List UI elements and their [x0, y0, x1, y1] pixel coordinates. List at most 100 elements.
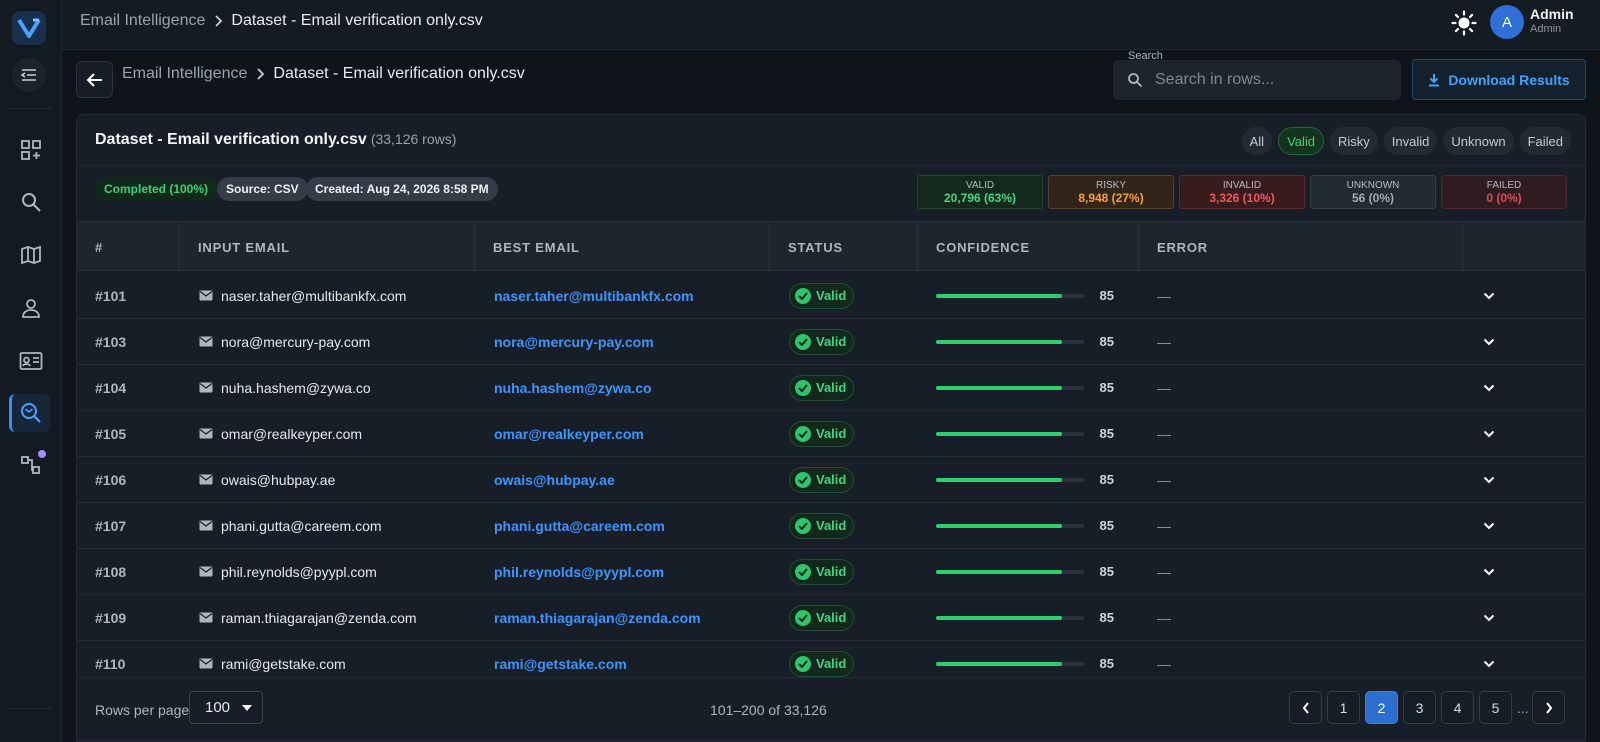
row-number: #105 [95, 425, 127, 442]
nav-workflow[interactable] [12, 446, 50, 484]
breadcrumb-root[interactable]: Email Intelligence [80, 12, 205, 30]
best-email-link[interactable]: raman.thiagarajan@zenda.com [494, 594, 701, 641]
chevron-down-icon [1483, 614, 1495, 621]
status-cell: Valid [789, 410, 855, 457]
table-row[interactable]: #107 phani.gutta@careem.com phani.gutta@ca… [77, 502, 1585, 549]
confidence-cell: 85 [936, 364, 1114, 411]
table-row[interactable]: #103 nora@mercury-pay.com nora@mercury-pay… [77, 318, 1585, 365]
nav-map[interactable] [12, 236, 50, 274]
confidence-cell: 85 [936, 272, 1114, 319]
status-cell: Valid [789, 502, 855, 549]
expand-row-button[interactable] [1483, 318, 1495, 365]
back-button[interactable] [76, 61, 113, 98]
error-value: — [1157, 379, 1171, 396]
user-role: Admin [1530, 23, 1562, 35]
column-divider [179, 222, 180, 272]
confidence-value: 85 [1099, 656, 1114, 671]
filter-all[interactable]: All [1241, 127, 1273, 155]
expand-row-button[interactable] [1483, 456, 1495, 503]
nav-dashboard[interactable] [12, 131, 50, 169]
status-label: Valid [816, 656, 847, 671]
page-1-button[interactable]: 1 [1327, 691, 1360, 724]
col-best-email[interactable]: BEST EMAIL [493, 222, 580, 272]
nav-contacts[interactable] [12, 342, 50, 380]
row-number: #103 [95, 333, 127, 350]
column-divider [1138, 222, 1139, 272]
confidence-bar-fill [936, 569, 1062, 574]
best-email-link[interactable]: phil.reynolds@pyypl.com [494, 548, 664, 595]
page-2-button[interactable]: 2 [1365, 691, 1398, 724]
best-email-link[interactable]: omar@realkeyper.com [494, 410, 644, 457]
results-panel: Dataset - Email verification only.csv (33… [76, 114, 1586, 742]
table-row[interactable]: #101 naser.taher@multibankfx.com naser.tah… [77, 272, 1585, 319]
best-email-link[interactable]: nora@mercury-pay.com [494, 318, 654, 365]
nav-search[interactable] [12, 183, 50, 221]
best-email-link[interactable]: phani.gutta@careem.com [494, 502, 665, 549]
table-row[interactable]: #104 nuha.hashem@zywa.co nuha.hashem@zywa.… [77, 364, 1585, 411]
status-label: Valid [816, 472, 847, 487]
best-email-link[interactable]: nuha.hashem@zywa.co [494, 364, 652, 411]
row-number: #106 [95, 471, 127, 488]
user-name: Admin [1530, 6, 1574, 22]
col-number[interactable]: # [95, 222, 103, 272]
stat-risky-value: 8,948 (27%) [1078, 191, 1144, 205]
col-status[interactable]: STATUS [788, 222, 843, 272]
table-row[interactable]: #108 phil.reynolds@pyypl.com phil.reynolds… [77, 548, 1585, 595]
avatar[interactable]: A [1490, 5, 1524, 39]
table-row[interactable]: #106 owais@hubpay.ae owais@hubpay.ae Valid 8… [77, 456, 1585, 503]
page-4-button[interactable]: 4 [1441, 691, 1474, 724]
confidence-bar [936, 385, 1084, 390]
expand-row-button[interactable] [1483, 548, 1495, 595]
expand-row-button[interactable] [1483, 364, 1495, 411]
chevron-right-icon [1545, 701, 1552, 714]
expand-row-button[interactable] [1483, 502, 1495, 549]
col-error[interactable]: ERROR [1157, 222, 1208, 272]
expand-row-button[interactable] [1483, 410, 1495, 457]
download-results-button[interactable]: Download Results [1412, 59, 1586, 100]
nav-users[interactable] [12, 289, 50, 327]
panel-divider [77, 165, 1585, 166]
filter-failed[interactable]: Failed [1519, 127, 1571, 155]
status-label: Valid [816, 518, 847, 533]
collapse-sidebar-button[interactable] [12, 58, 46, 92]
theme-toggle-button[interactable] [1450, 9, 1478, 37]
prev-page-button[interactable] [1289, 691, 1322, 724]
filter-unknown[interactable]: Unknown [1443, 127, 1514, 155]
rows-per-page-value: 100 [205, 699, 231, 716]
rows-per-page-select[interactable]: 100 [189, 691, 263, 724]
col-confidence[interactable]: CONFIDENCE [936, 222, 1030, 272]
nav-email-intelligence[interactable] [9, 394, 50, 432]
column-divider [917, 222, 918, 272]
page-5-button[interactable]: 5 [1479, 691, 1512, 724]
confidence-cell: 85 [936, 456, 1114, 503]
sub-breadcrumb: Email Intelligence Dataset - Email verif… [122, 65, 525, 83]
expand-row-button[interactable] [1483, 594, 1495, 641]
best-email-link[interactable]: owais@hubpay.ae [494, 456, 615, 503]
stat-risky: RISKY 8,948 (27%) [1048, 175, 1174, 209]
table-row[interactable]: #105 omar@realkeyper.com omar@realkeyper.c… [77, 410, 1585, 457]
check-circle-icon [795, 563, 811, 580]
confidence-cell: 85 [936, 594, 1114, 641]
page-3-button[interactable]: 3 [1403, 691, 1436, 724]
search-input[interactable] [1155, 71, 1385, 89]
menu-collapse-icon [21, 69, 36, 81]
chevron-down-icon [1483, 568, 1495, 575]
envelope-icon [199, 290, 213, 301]
input-email: naser.taher@multibankfx.com [221, 287, 407, 304]
filter-invalid[interactable]: Invalid [1383, 127, 1438, 155]
input-email: phani.gutta@careem.com [221, 517, 382, 534]
expand-row-button[interactable] [1483, 272, 1495, 319]
search-field[interactable] [1113, 60, 1401, 100]
table-row[interactable]: #109 raman.thiagarajan@zenda.com raman.thi… [77, 594, 1585, 641]
logo-v-icon[interactable] [12, 11, 46, 45]
filter-valid[interactable]: Valid [1278, 127, 1325, 155]
best-email-link[interactable]: naser.taher@multibankfx.com [494, 272, 694, 319]
sub-breadcrumb-root[interactable]: Email Intelligence [122, 65, 247, 83]
input-email-cell: phil.reynolds@pyypl.com [199, 548, 377, 595]
next-page-button[interactable] [1532, 691, 1565, 724]
filter-risky[interactable]: Risky [1330, 127, 1378, 155]
col-input-email[interactable]: INPUT EMAIL [198, 222, 290, 272]
error-value: — [1157, 425, 1171, 442]
confidence-bar [936, 293, 1084, 298]
stat-valid-value: 20,796 (63%) [943, 191, 1017, 205]
